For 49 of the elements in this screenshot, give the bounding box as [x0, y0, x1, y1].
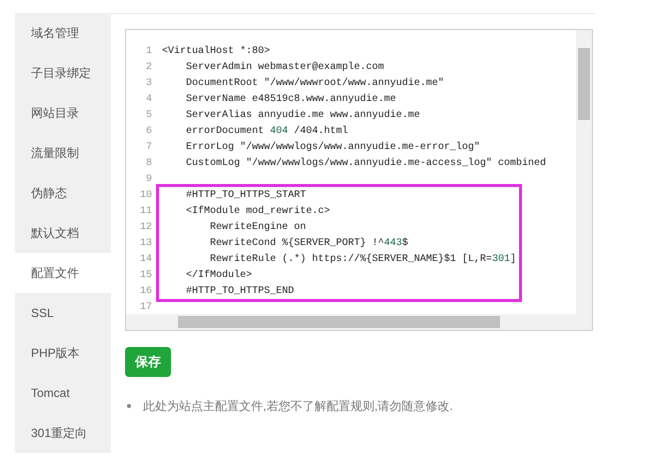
- code-line: #HTTP_TO_HTTPS_START: [185, 188, 306, 202]
- scroll-thumb[interactable]: [578, 48, 590, 120]
- code-line: ServerName e48519c8.www.annyudie.me: [185, 92, 396, 106]
- line-number: 11: [138, 204, 152, 218]
- code-line: DocumentRoot "/www/wwwroot/www.annyudie.me": [185, 76, 444, 90]
- code-line: RewriteEngine on: [209, 220, 306, 234]
- line-number: 15: [138, 268, 152, 282]
- line-number: 14: [138, 252, 152, 266]
- line-number: 17: [138, 300, 152, 314]
- code-line: </IfModule>: [185, 268, 252, 282]
- code-line: RewriteCond %{SERVER_PORT} !^443$: [209, 236, 408, 250]
- line-number: 4: [144, 92, 152, 106]
- line-number: 8: [144, 156, 152, 170]
- sidebar-tab[interactable]: 域名管理: [15, 13, 111, 53]
- line-number: 6: [144, 124, 152, 138]
- sidebar-tab[interactable]: SSL: [15, 293, 111, 333]
- vertical-scrollbar[interactable]: [576, 30, 592, 314]
- code-line: #HTTP_TO_HTTPS_END: [185, 284, 294, 298]
- code-line: ServerAlias annyudie.me www.annyudie.me: [185, 108, 420, 122]
- line-number: 7: [144, 140, 152, 154]
- line-number: 1: [144, 44, 152, 58]
- sidebar-tab[interactable]: Tomcat: [15, 373, 111, 413]
- sidebar-tab[interactable]: 流量限制: [15, 133, 111, 173]
- sidebar-tab[interactable]: 301重定向: [15, 413, 111, 453]
- sidebar-tab[interactable]: 子目录绑定: [15, 53, 111, 93]
- bullet-icon: [127, 404, 131, 408]
- sidebar-tab[interactable]: 网站目录: [15, 93, 111, 133]
- sidebar-tab[interactable]: 伪静态: [15, 173, 111, 213]
- scroll-thumb[interactable]: [178, 316, 500, 328]
- line-number: 12: [138, 220, 152, 234]
- line-number: 16: [138, 284, 152, 298]
- line-number: 5: [144, 108, 152, 122]
- sidebar-tab[interactable]: 默认文档: [15, 213, 111, 253]
- note-text: 此处为站点主配置文件,若您不了解配置规则,请勿随意修改.: [143, 398, 454, 415]
- code-line: RewriteRule (.*) https://%{SERVER_NAME}$1 [L,R=301]: [209, 252, 516, 266]
- sidebar-tab[interactable]: PHP版本: [15, 333, 111, 373]
- horizontal-scrollbar[interactable]: [126, 314, 592, 330]
- line-number: 10: [138, 188, 152, 202]
- code-line: <IfModule mod_rewrite.c>: [185, 204, 330, 218]
- code-line: CustomLog "/www/wwwlogs/www.annyudie.me-access_log" combined: [185, 156, 546, 170]
- code-line: ErrorLog "/www/wwwlogs/www.annyudie.me-error_log": [185, 140, 480, 154]
- line-number: 9: [144, 172, 152, 186]
- line-number: 13: [138, 236, 152, 250]
- line-number: 3: [144, 76, 152, 90]
- code-line: <VirtualHost *:80>: [162, 44, 270, 58]
- code-line: ServerAdmin webmaster@example.com: [185, 60, 384, 74]
- code-line: errorDocument 404 /404.html: [185, 124, 348, 138]
- code-editor[interactable]: [125, 29, 593, 331]
- line-number: 2: [144, 60, 152, 74]
